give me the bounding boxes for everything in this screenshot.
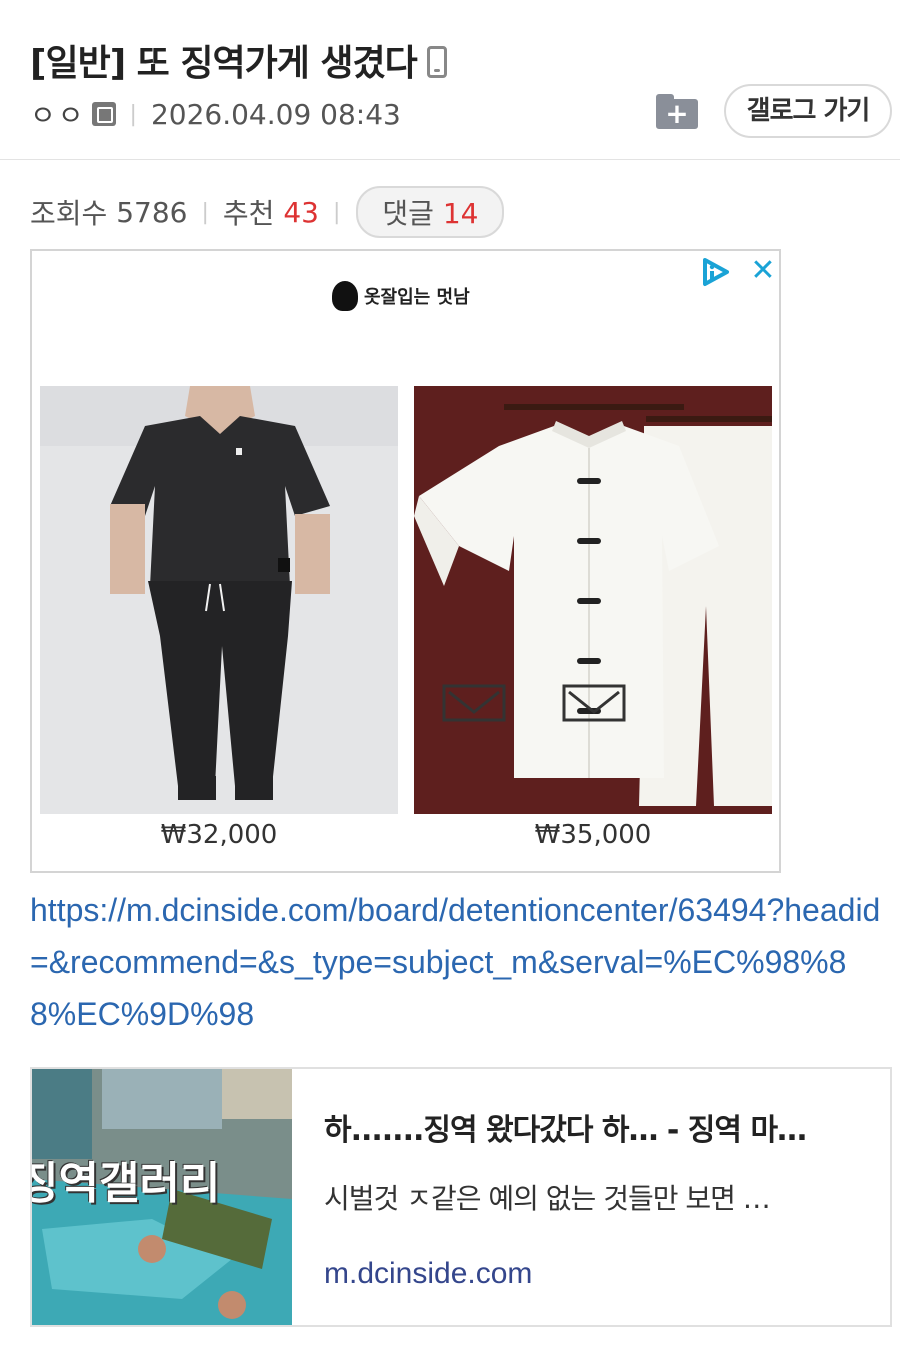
adchoices-icon[interactable] (700, 257, 732, 287)
close-icon[interactable]: ✕ (748, 253, 778, 289)
ad-brand-name: 옷잘입는 멋남 (364, 287, 470, 308)
ad-banner[interactable]: 옷잘입는 멋남 ✕ ₩32,000 ₩35,000 (30, 249, 781, 873)
link-preview-card[interactable]: 징역갤러리 하.......징역 왔다갔다 하… - 징역 마… 시벌것 ㅈ같은… (30, 1067, 892, 1327)
comments-count: 14 (442, 197, 479, 230)
post-meta: ㅇㅇ | 2026.04.09 08:43 (30, 94, 401, 134)
post-date: 2026.04.09 08:43 (150, 97, 401, 131)
fixed-nick-badge-icon (91, 102, 116, 126)
recommend-count: 43 (283, 195, 319, 229)
plus-icon: + (665, 97, 689, 130)
preview-domain: m.dcinside.com (324, 1257, 533, 1290)
product-image-white-set (414, 386, 772, 814)
comments-label: 댓글 (382, 197, 434, 230)
mobile-phone-icon (426, 46, 447, 78)
ad-product-1[interactable]: ₩32,000 (40, 386, 398, 856)
add-folder-button[interactable]: + (656, 94, 698, 130)
product-2-price: ₩35,000 (534, 820, 652, 850)
preview-description: 시벌것 ㅈ같은 예의 없는 것들만 보면 … (324, 1182, 771, 1215)
divider: | (129, 101, 137, 127)
ad-brand: 옷잘입는 멋남 (332, 281, 470, 311)
ad-product-2[interactable]: ₩35,000 (414, 386, 772, 856)
author-name[interactable]: ㅇㅇ (30, 94, 86, 134)
post-link[interactable]: https://m.dcinside.com/board/detentionce… (30, 884, 890, 1040)
divider: | (201, 199, 209, 225)
divider: | (332, 199, 341, 225)
preview-thumbnail: 징역갤러리 (32, 1069, 292, 1325)
preview-thumbnail-caption: 징역갤러리 (32, 1158, 221, 1209)
recommend-label: 추천 (222, 197, 275, 230)
post-title-row: [일반] 또 징역가게 생겼다 (30, 34, 447, 86)
brand-logo-icon (332, 281, 358, 311)
post-title: [일반] 또 징역가게 생겼다 (30, 43, 418, 84)
views-count: 5786 (116, 195, 188, 229)
post-header: [일반] 또 징역가게 생겼다 ㅇㅇ | 2026.04.09 08:43 + … (0, 0, 900, 160)
views-label: 조회수 (30, 197, 108, 230)
gallog-button[interactable]: 갤로그 가기 (724, 84, 892, 138)
comments-button[interactable]: 댓글 14 (356, 186, 505, 238)
product-1-price: ₩32,000 (160, 820, 278, 850)
product-image-black-set (40, 386, 398, 814)
post-stats: 조회수 5786 | 추천 43 | 댓글 14 (30, 186, 505, 238)
preview-title: 하.......징역 왔다갔다 하… - 징역 마… (324, 1113, 807, 1148)
